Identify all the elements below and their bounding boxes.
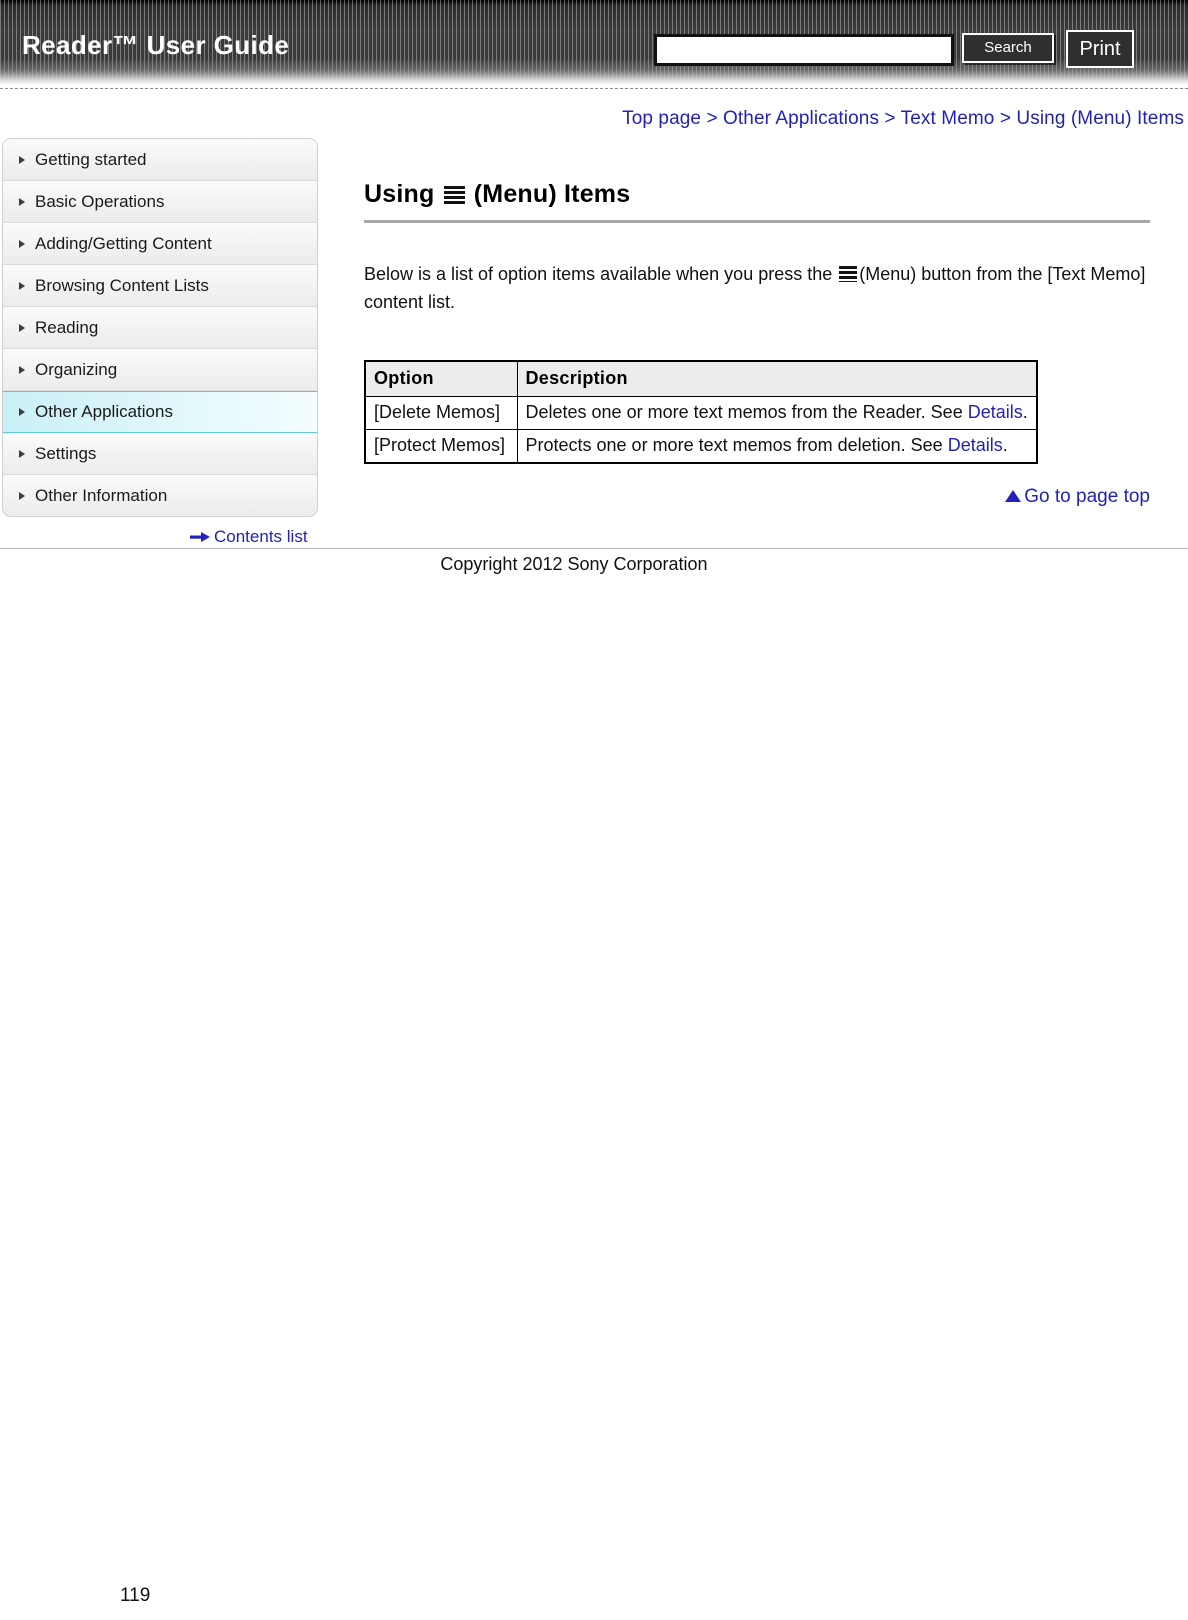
- triangle-bullet-icon: [19, 323, 25, 332]
- sidebar-item-other-information[interactable]: Other Information: [3, 475, 317, 516]
- intro-paragraph: Below is a list of option items availabl…: [364, 260, 1150, 316]
- page-number: 119: [120, 1585, 151, 1606]
- section-heading: Using (Menu) Items: [364, 180, 1150, 209]
- sidebar-item-other-applications[interactable]: Other Applications: [3, 391, 317, 433]
- cell-option: [Protect Memos]: [364, 429, 518, 464]
- triangle-up-icon: [1005, 489, 1022, 502]
- intro-paragraph-part1: Below is a list of option items availabl…: [364, 264, 833, 284]
- details-link[interactable]: Details: [968, 402, 1023, 422]
- print-button[interactable]: Print: [1066, 30, 1134, 68]
- right-arrow-icon: [190, 531, 210, 542]
- triangle-bullet-icon: [19, 491, 25, 500]
- search-button[interactable]: Search: [962, 33, 1054, 63]
- table-row: [Protect Memos] Protects one or more tex…: [364, 429, 1038, 464]
- main-content: Using (Menu) Items Below is a list of op…: [364, 180, 1150, 464]
- description-text: Protects one or more text memos from del…: [525, 435, 943, 455]
- sidebar-item-label: Settings: [35, 444, 97, 463]
- cell-option: [Delete Memos]: [364, 396, 518, 430]
- sidebar-item-organizing[interactable]: Organizing: [3, 349, 317, 391]
- sidebar-item-reading[interactable]: Reading: [3, 307, 317, 349]
- sidebar-item-settings[interactable]: Settings: [3, 433, 317, 475]
- sidebar-item-basic-operations[interactable]: Basic Operations: [3, 181, 317, 223]
- sidebar-item-getting-started[interactable]: Getting started: [3, 139, 317, 181]
- triangle-bullet-icon: [19, 365, 25, 374]
- description-end: .: [1022, 402, 1028, 422]
- heading-underline: [364, 220, 1150, 223]
- breadcrumb[interactable]: Top page > Other Applications > Text Mem…: [622, 108, 1184, 130]
- triangle-bullet-icon: [19, 197, 25, 206]
- table-header-description: Description: [516, 360, 1038, 397]
- cell-description: Deletes one or more text memos from the …: [516, 396, 1038, 430]
- description-text: Deletes one or more text memos from the …: [525, 402, 963, 422]
- cell-description: Protects one or more text memos from del…: [516, 429, 1038, 464]
- search-input[interactable]: [654, 34, 954, 66]
- details-link[interactable]: Details: [948, 435, 1003, 455]
- page-title: Reader™ User Guide: [22, 30, 290, 60]
- sidebar-item-label: Browsing Content Lists: [35, 276, 209, 295]
- contents-list-link[interactable]: Contents list: [190, 527, 308, 547]
- table-header-row: Option Description: [364, 360, 1038, 397]
- triangle-bullet-icon: [19, 155, 25, 164]
- heading-text-before: Using: [364, 180, 435, 208]
- sidebar-item-label: Other Information: [35, 486, 168, 505]
- triangle-bullet-icon: [19, 239, 25, 248]
- sidebar-item-label: Reading: [35, 318, 99, 337]
- contents-list-label: Contents list: [214, 527, 308, 546]
- header-divider: [0, 88, 1188, 89]
- sidebar-item-label: Getting started: [35, 150, 147, 169]
- sidebar-item-label: Basic Operations: [35, 192, 165, 211]
- sidebar-item-browsing-content-lists[interactable]: Browsing Content Lists: [3, 265, 317, 307]
- triangle-bullet-icon: [19, 281, 25, 290]
- sidebar-item-label: Other Applications: [35, 402, 173, 421]
- description-end: .: [1002, 435, 1008, 455]
- go-to-page-top-link[interactable]: Go to page top: [364, 486, 1150, 508]
- options-table: Option Description [Delete Memos] Delete…: [364, 360, 1038, 464]
- footer-divider: [0, 548, 1188, 549]
- triangle-bullet-icon: [19, 408, 25, 416]
- copyright-text: Copyright 2012 Sony Corporation: [440, 554, 708, 574]
- menu-hamburger-icon: [839, 266, 858, 282]
- sidebar-item-label: Organizing: [35, 360, 118, 379]
- go-to-page-top-label: Go to page top: [1024, 486, 1150, 507]
- table-row: [Delete Memos] Deletes one or more text …: [364, 396, 1038, 430]
- heading-text-after: (Menu) Items: [473, 180, 631, 208]
- sidebar-item-label: Adding/Getting Content: [35, 234, 212, 253]
- triangle-bullet-icon: [19, 449, 25, 458]
- table-header-option: Option: [364, 360, 518, 397]
- sidebar-item-adding-getting-content[interactable]: Adding/Getting Content: [3, 223, 317, 265]
- menu-hamburger-icon: [443, 186, 465, 205]
- sidebar-nav: Getting started Basic Operations Adding/…: [2, 138, 318, 517]
